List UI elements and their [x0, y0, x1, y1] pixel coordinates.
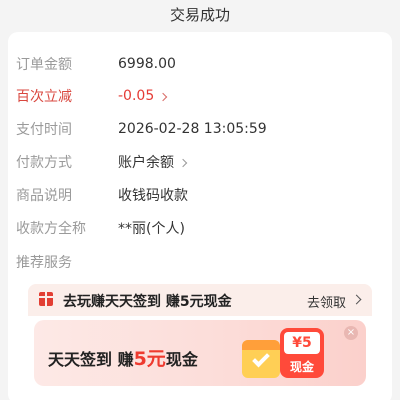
banner-text-part: 天天签到 赚 [48, 350, 134, 369]
detail-label: 收款方全称 [16, 221, 86, 237]
chevron-right-icon [178, 158, 188, 167]
detail-row-recommended-services: 推荐服务 [16, 251, 118, 273]
detail-value: 收钱码收款 [118, 188, 188, 204]
detail-row-payment-time: 支付时间 2026-02-28 13:05:59 [16, 118, 267, 140]
coupon-amount: ¥5 [284, 332, 320, 354]
detail-value: 6998.00 [118, 56, 176, 72]
cash-coupon-icon: ¥5 现金 [280, 328, 324, 378]
detail-value: **丽(个人) [118, 221, 185, 237]
detail-label: 订单金额 [16, 57, 72, 73]
checkin-banner[interactable]: 天天签到 赚5元现金 ¥5 现金 × [34, 320, 366, 386]
coupon-label: 现金 [289, 360, 314, 374]
detail-label: 商品说明 [16, 188, 72, 204]
detail-row-payment-method[interactable]: 付款方式 账户余额 [16, 151, 188, 173]
detail-row-product-description: 商品说明 收钱码收款 [16, 184, 188, 206]
promo-text: 去玩赚天天签到 赚5元现金 [63, 294, 232, 310]
calendar-icon [242, 340, 280, 378]
detail-value: 账户余额 [118, 155, 174, 171]
detail-row-order-amount: 订单金额 6998.00 [16, 53, 176, 75]
detail-row-discount[interactable]: 百次立减 -0.05 [16, 85, 168, 107]
chevron-right-icon [351, 294, 362, 305]
page-title: 交易成功 [169, 6, 230, 24]
chevron-right-icon [158, 92, 168, 101]
detail-value: -0.05 [118, 88, 155, 104]
detail-label: 付款方式 [16, 155, 72, 171]
claim-link[interactable]: 去领取 [307, 292, 346, 311]
detail-value: 2026-02-28 13:05:59 [118, 121, 267, 137]
promo-bar[interactable]: 去玩赚天天签到 赚5元现金 去领取 [28, 284, 372, 316]
detail-label: 推荐服务 [16, 255, 72, 271]
payment-method-value-group: 账户余额 [118, 152, 188, 172]
banner-text-part: 现金 [165, 350, 198, 369]
check-icon [252, 349, 270, 368]
detail-row-payee-name: 收款方全称 **丽(个人) [16, 217, 185, 239]
banner-text-highlight: 5元 [133, 348, 166, 370]
detail-label: 百次立减 [16, 89, 72, 105]
banner-text: 天天签到 赚5元现金 [48, 344, 198, 371]
detail-label: 支付时间 [16, 122, 72, 138]
discount-value-group: -0.05 [118, 88, 168, 104]
close-icon[interactable]: × [344, 326, 358, 340]
gift-icon [39, 292, 53, 306]
